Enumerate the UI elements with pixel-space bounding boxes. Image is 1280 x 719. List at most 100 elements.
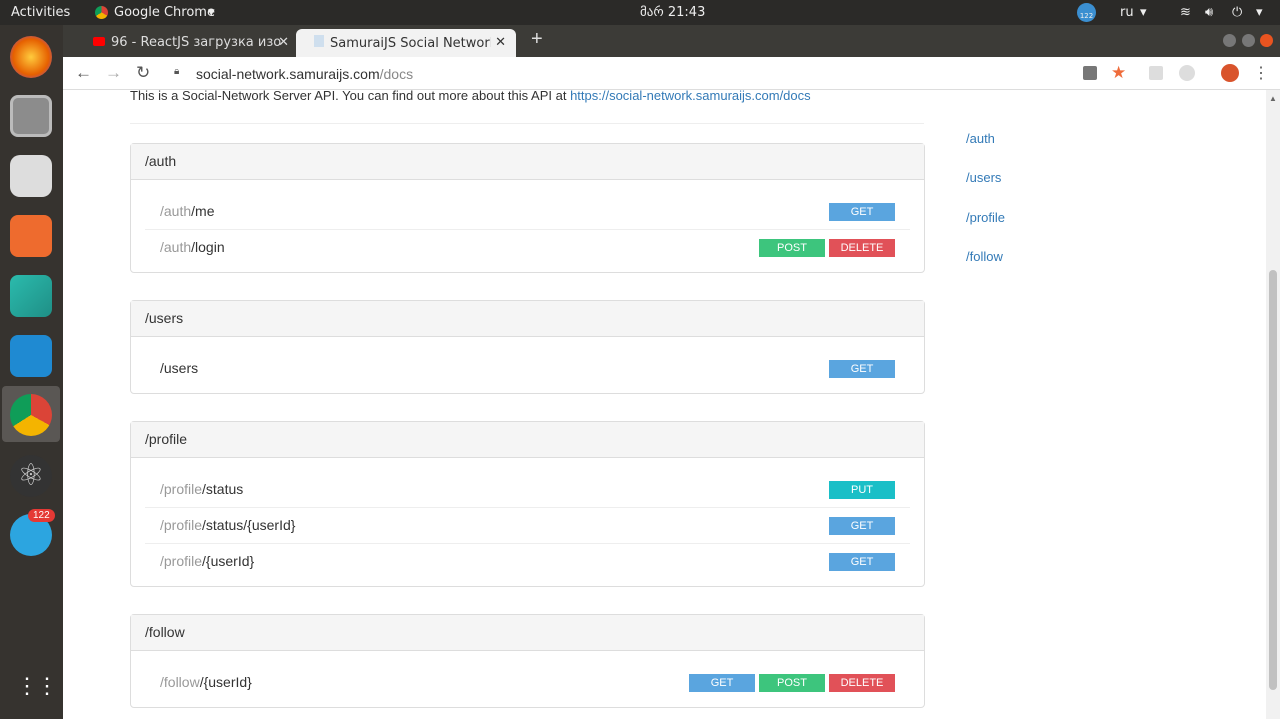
endpoint-row: /users GET [145,351,910,387]
endpoint-path[interactable]: /status [202,481,243,497]
vscode-icon[interactable] [10,335,52,377]
panel-body: /follow/{userId} GET POST DELETE [131,651,924,707]
address-bar: ← → ↻ 🔒︎ social-network.samuraijs.com/do… [63,57,1280,90]
endpoint-prefix: /auth [160,203,192,219]
clock[interactable]: მარ 21:43 [640,5,705,20]
nav-users[interactable]: /users [966,170,1001,185]
app-menu[interactable]: Google Chrome [114,5,215,20]
youtube-icon [93,37,105,46]
new-tab-button[interactable]: + [531,28,543,51]
endpoint-prefix: /profile [160,517,203,533]
volume-icon[interactable]: 🔊︎ [1205,5,1213,20]
endpoint-path[interactable]: /me [191,203,214,219]
system-top-bar: Activities Google Chrome ▾ მარ 21:43 122… [0,0,1280,25]
bookmark-star-icon[interactable]: ★ [1111,63,1126,83]
endpoint-prefix: /profile [160,481,203,497]
close-tab-icon[interactable]: ✕ [491,35,506,50]
panel-follow: /follow/follow/{userId} GET POST DELETE [130,614,925,708]
divider [130,123,924,124]
tab-label: SamuraiJS Social Network [330,36,498,51]
panel-auth: /auth/auth/me GET/auth/login POST DELETE [130,143,925,273]
tab-samuraijs[interactable]: SamuraiJS Social Network ✕ [296,29,516,57]
panel-body: /users GET [131,337,924,393]
files-icon[interactable] [10,95,52,137]
method-get-button[interactable]: GET [829,360,895,378]
panel-body: /profile/status PUT/profile/status/{userI… [131,458,924,586]
endpoint-row: /profile/{userId} GET [145,544,910,580]
endpoint-row: /auth/me GET [145,194,910,230]
chrome-icon[interactable] [10,394,52,436]
minimize-button[interactable] [1223,34,1236,47]
endpoint-path[interactable]: /users [160,360,198,376]
endpoint-prefix: /profile [160,553,203,569]
tab-label: 96 - ReactJS загрузка изо [111,35,282,50]
vscodium-icon[interactable] [10,275,52,317]
endpoint-row: /profile/status PUT [145,472,910,508]
docs-link[interactable]: https://social-network.samuraijs.com/doc… [570,90,811,103]
endpoint-row: /auth/login POST DELETE [145,230,910,266]
method-get-button[interactable]: GET [829,553,895,571]
panel-profile: /profile/profile/status PUT/profile/statu… [130,421,925,587]
software-center-icon[interactable] [10,215,52,257]
lock-icon: 🔒︎ [174,66,180,77]
panel-title: /follow [131,615,924,651]
close-tab-icon[interactable]: ✕ [278,35,289,50]
method-put-button[interactable]: PUT [829,481,895,499]
endpoint-prefix: /follow [160,674,200,690]
power-icon[interactable]: ⏻ [1232,5,1242,20]
scrollbar-thumb[interactable] [1269,270,1277,690]
extension-icon[interactable] [1179,65,1195,81]
endpoint-path[interactable]: /login [191,239,224,255]
url-input[interactable]: social-network.samuraijs.com/docs [196,66,413,82]
activities-button[interactable]: Activities [11,5,70,20]
language-indicator[interactable]: ru [1120,5,1134,20]
telegram-tray-icon[interactable]: 122 [1077,3,1096,22]
maximize-button[interactable] [1242,34,1255,47]
close-window-button[interactable] [1260,34,1273,47]
chevron-down-icon: ▾ [1256,5,1263,20]
wifi-icon[interactable]: ≋ [1180,5,1191,20]
panel-users: /users/users GET [130,300,925,394]
method-post-button[interactable]: POST [759,239,825,257]
method-delete-button[interactable]: DELETE [829,674,895,692]
endpoint-path[interactable]: /status/{userId} [202,517,295,533]
method-post-button[interactable]: POST [759,674,825,692]
endpoint-row: /profile/status/{userId} GET [145,508,910,544]
endpoint-path[interactable]: /{userId} [202,553,254,569]
method-delete-button[interactable]: DELETE [829,239,895,257]
atom-icon[interactable]: ⚛ [10,455,52,497]
chevron-down-icon: ▾ [1140,5,1147,20]
nav-follow[interactable]: /follow [966,249,1003,264]
panel-title: /auth [131,144,924,180]
rhythmbox-icon[interactable] [10,155,52,197]
intro-label: This is a Social-Network Server API. You… [130,90,571,103]
endpoint-prefix: /auth [160,239,192,255]
nav-auth[interactable]: /auth [966,131,995,146]
method-get-button[interactable]: GET [829,203,895,221]
back-icon[interactable]: ← [75,63,92,83]
endpoint-path[interactable]: /{userId} [200,674,252,690]
nav-profile[interactable]: /profile [966,210,1005,225]
chrome-icon [95,6,108,19]
page-icon [314,35,324,47]
method-get-button[interactable]: GET [829,517,895,535]
panel-body: /auth/me GET/auth/login POST DELETE [131,180,924,272]
panel-title: /profile [131,422,924,458]
method-get-button[interactable]: GET [689,674,755,692]
scroll-up-icon[interactable]: ▲ [1269,94,1277,103]
tab-youtube[interactable]: 96 - ReactJS загрузка изо ✕ [75,29,299,57]
page-content: This is a Social-Network Server API. You… [63,90,1266,719]
profile-avatar[interactable] [1221,64,1239,82]
translate-icon[interactable] [1083,66,1097,80]
notification-badge: 122 [28,509,55,522]
extension-icon[interactable] [1149,66,1163,80]
firefox-icon[interactable] [10,36,52,78]
menu-icon[interactable]: ⋮ [1253,63,1269,83]
panel-title: /users [131,301,924,337]
tab-strip: 96 - ReactJS загрузка изо ✕ SamuraiJS Soc… [63,25,1280,57]
scrollbar[interactable]: ▲ [1266,90,1280,719]
chevron-down-icon: ▾ [208,5,215,20]
reload-icon[interactable]: ↻ [136,63,150,83]
endpoint-row: /follow/{userId} GET POST DELETE [145,665,910,701]
forward-icon[interactable]: → [105,63,122,83]
